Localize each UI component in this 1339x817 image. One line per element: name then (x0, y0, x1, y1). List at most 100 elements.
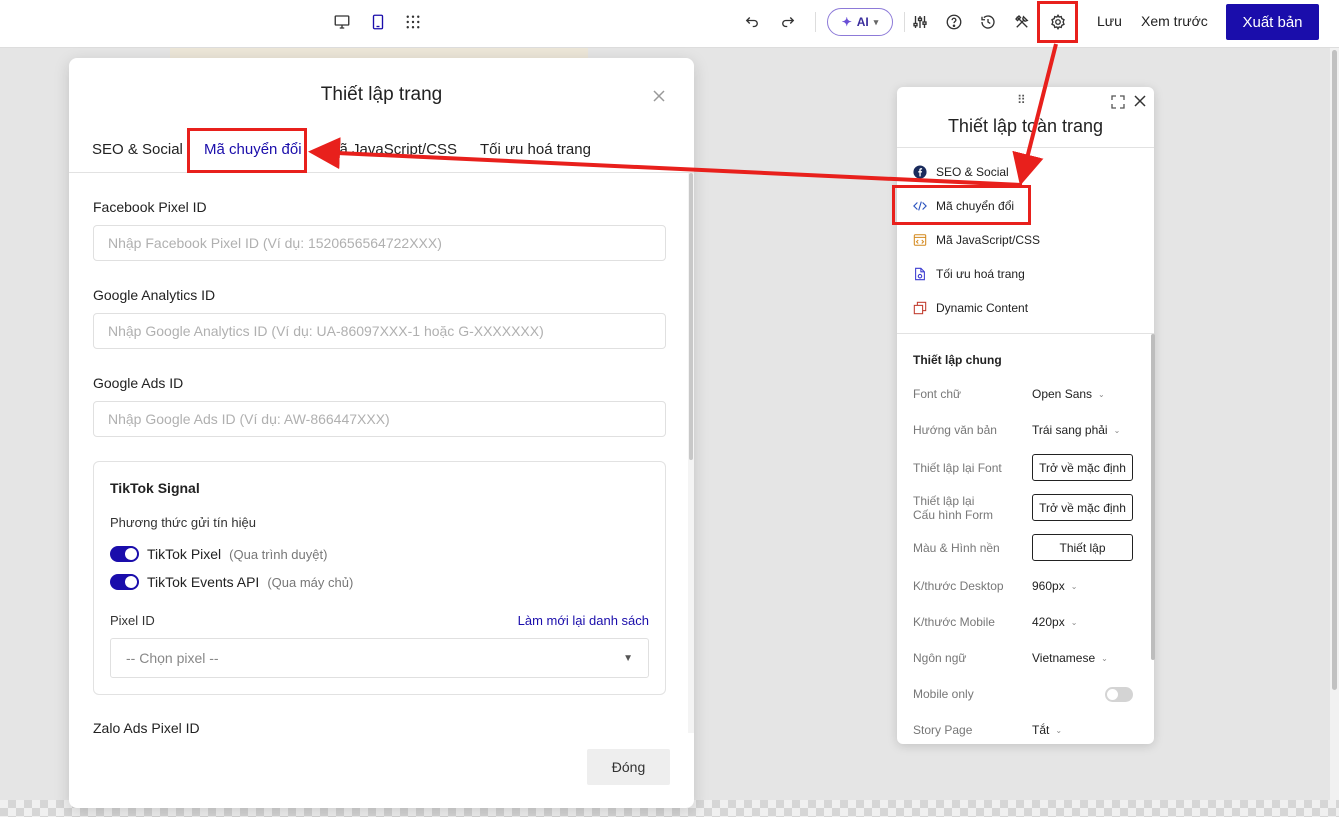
panel-menu-seo-social[interactable]: SEO & Social (912, 164, 1009, 179)
top-toolbar: ✦ AI ▾ Lưu Xem trước Xuất bản (0, 0, 1339, 48)
desktop-size-value: 960px (1032, 579, 1065, 593)
modal-scrollbar[interactable] (688, 173, 694, 733)
google-analytics-input[interactable] (93, 313, 666, 349)
google-analytics-label: Google Analytics ID (93, 287, 216, 303)
panel-menu-javascript-css[interactable]: Mã JavaScript/CSS (912, 232, 1040, 247)
panel-menu-page-optimization[interactable]: Tối ưu hoá trang (912, 266, 1025, 281)
tiktok-pixel-label: TikTok Pixel (147, 546, 222, 562)
close-icon[interactable] (649, 86, 669, 106)
page-settings-modal: Thiết lập trang SEO & Social Mã chuyển đ… (69, 58, 694, 808)
facebook-pixel-input[interactable] (93, 225, 666, 261)
language-label: Ngôn ngữ (913, 651, 967, 665)
reset-form-label-line2: Cấu hình Form (913, 508, 994, 522)
background-setup-button[interactable]: Thiết lập (1032, 534, 1133, 561)
ai-label: AI (856, 15, 869, 29)
reset-font-button[interactable]: Trở về mặc định (1032, 454, 1133, 481)
font-select[interactable]: Open Sans ⌄ (1032, 387, 1105, 401)
mobile-size-select[interactable]: 420px ⌄ (1032, 615, 1077, 629)
desktop-view-icon[interactable] (330, 10, 354, 34)
publish-button[interactable]: Xuất bản (1226, 4, 1319, 40)
reset-form-button[interactable]: Trở về mặc định (1032, 494, 1133, 521)
tiktok-pixel-hint: (Qua trình duyệt) (229, 546, 328, 562)
sliders-icon[interactable] (908, 10, 932, 34)
pixel-select-value: -- Chọn pixel -- (126, 650, 219, 666)
pixel-id-label: Pixel ID (110, 613, 155, 628)
panel-menu-label: Mã JavaScript/CSS (936, 232, 1041, 247)
chevron-down-icon: ▾ (873, 16, 879, 27)
language-value: Vietnamese (1032, 651, 1096, 665)
modal-body: Facebook Pixel ID Google Analytics ID Go… (69, 173, 694, 733)
tiktok-events-label: TikTok Events API (147, 574, 260, 590)
sparkle-icon: ✦ (841, 15, 852, 29)
canvas-scrollbar-thumb[interactable] (1332, 50, 1337, 690)
tools-icon[interactable] (1010, 10, 1034, 34)
facebook-icon (912, 164, 927, 179)
story-page-label: Story Page (913, 723, 973, 737)
chevron-down-icon: ⌄ (1113, 425, 1121, 435)
save-button[interactable]: Lưu (1097, 13, 1122, 29)
page-canvas-edge (170, 48, 588, 58)
mobile-size-label: K/thước Mobile (913, 615, 995, 629)
tab-javascript-css[interactable]: Mã JavaScript/CSS (327, 141, 457, 158)
language-select[interactable]: Vietnamese ⌄ (1032, 651, 1108, 665)
desktop-size-select[interactable]: 960px ⌄ (1032, 579, 1077, 593)
text-direction-select[interactable]: Trái sang phải ⌄ (1032, 423, 1120, 437)
dynamic-content-icon (912, 300, 927, 315)
ai-button[interactable]: ✦ AI ▾ (827, 8, 893, 36)
tiktok-events-hint: (Qua máy chủ) (267, 574, 354, 590)
font-value: Open Sans (1032, 387, 1093, 401)
desktop-size-label: K/thước Desktop (913, 579, 1004, 593)
mobile-only-label: Mobile only (913, 687, 974, 701)
panel-divider (897, 147, 1154, 148)
story-page-select[interactable]: Tắt ⌄ (1032, 723, 1062, 737)
help-icon[interactable] (942, 10, 966, 34)
redo-icon[interactable] (776, 10, 800, 34)
mobile-only-toggle[interactable] (1105, 687, 1133, 702)
pixel-select[interactable]: -- Chọn pixel -- ▼ (110, 638, 649, 678)
chevron-down-icon: ⌄ (1101, 653, 1108, 663)
undo-icon[interactable] (740, 10, 764, 34)
drag-handle-icon[interactable]: ⠿ (1017, 93, 1027, 107)
preview-button[interactable]: Xem trước (1141, 13, 1208, 29)
expand-icon[interactable] (1111, 95, 1125, 109)
refresh-list-link[interactable]: Làm mới lại danh sách (518, 613, 649, 628)
panel-scrollbar[interactable] (1151, 334, 1155, 660)
tiktok-signal-section: TikTok Signal Phương thức gửi tín hiệu T… (93, 461, 666, 695)
text-direction-value: Trái sang phải (1032, 423, 1108, 437)
tab-seo-social[interactable]: SEO & Social (92, 141, 183, 158)
chevron-down-icon: ⌄ (1055, 725, 1063, 735)
zalo-ads-label: Zalo Ads Pixel ID (93, 720, 200, 733)
history-icon[interactable] (976, 10, 1000, 34)
google-ads-input[interactable] (93, 401, 666, 437)
google-ads-label: Google Ads ID (93, 375, 184, 391)
panel-close-icon[interactable] (1133, 94, 1147, 108)
menu-highlight-box (892, 185, 1031, 225)
tab-page-optimization[interactable]: Tối ưu hoá trang (480, 141, 591, 158)
story-page-value: Tắt (1032, 723, 1050, 737)
panel-menu-dynamic-content[interactable]: Dynamic Content (912, 300, 1028, 315)
font-label: Font chữ (913, 387, 962, 401)
tiktok-events-toggle[interactable] (110, 574, 139, 590)
panel-menu-label: SEO & Social (936, 164, 1009, 179)
gear-highlight-box (1037, 1, 1078, 43)
canvas-scrollbar[interactable] (1330, 48, 1339, 800)
tiktok-pixel-toggle[interactable] (110, 546, 139, 562)
close-button[interactable]: Đóng (587, 749, 670, 785)
tiktok-section-title: TikTok Signal (110, 480, 200, 496)
mobile-size-value: 420px (1032, 615, 1065, 629)
modal-scrollbar-thumb[interactable] (689, 173, 693, 460)
tiktok-pixel-row: TikTok Pixel (Qua trình duyệt) (110, 546, 327, 562)
caret-down-icon: ▼ (623, 652, 633, 664)
toolbar-divider (815, 12, 816, 32)
grid-view-icon[interactable] (401, 10, 425, 34)
text-direction-label: Hướng văn bản (913, 423, 997, 437)
reset-font-label: Thiết lập lại Font (913, 461, 1002, 475)
file-code-icon (912, 232, 927, 247)
chevron-down-icon: ⌄ (1070, 581, 1078, 591)
toolbar-divider (904, 12, 905, 32)
background-label: Màu & Hình nền (913, 541, 1000, 555)
general-settings-title: Thiết lập chung (913, 353, 1002, 367)
tablet-view-icon[interactable] (366, 10, 390, 34)
panel-menu-label: Dynamic Content (936, 300, 1029, 315)
tiktok-events-row: TikTok Events API (Qua máy chủ) (110, 574, 353, 590)
